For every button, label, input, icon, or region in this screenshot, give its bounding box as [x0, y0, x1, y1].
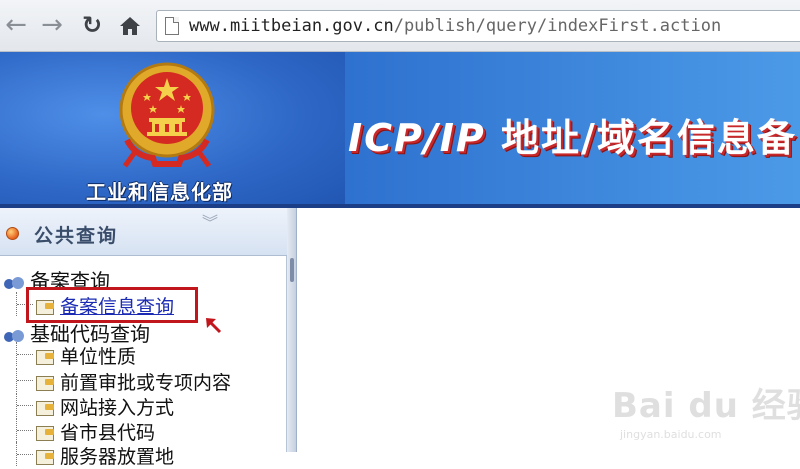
sidebar-header-title: 公共查询 — [34, 225, 119, 247]
tree-item-label: 前置审批或专项内容 — [60, 372, 232, 394]
document-icon — [36, 426, 54, 441]
national-emblem-icon — [119, 62, 215, 168]
tree-item-pre-approval[interactable]: 前置审批或专项内容 — [16, 368, 232, 394]
sidebar-header[interactable]: 公共查询 ︾ — [0, 208, 287, 256]
site-title-latin: ICP/IP — [348, 116, 486, 160]
forward-arrow-icon[interactable]: → — [38, 12, 66, 40]
url-path: /publish/query/indexFirst.action — [393, 16, 722, 36]
ministry-name: 工业和信息化部 — [86, 180, 233, 204]
tree-item-access-method[interactable]: 网站接入方式 — [16, 393, 175, 419]
tree-item-label: 省市县代码 — [60, 422, 156, 444]
tree-branch-line — [16, 442, 34, 466]
tree-item-server-location[interactable]: 服务器放置地 — [16, 442, 175, 468]
tree-branch-line — [16, 368, 34, 392]
site-title-chinese: 地址/域名信息备 — [485, 116, 797, 160]
reload-icon[interactable]: ↻ — [78, 12, 106, 40]
tree-branch-line — [16, 342, 34, 366]
tree-item-unit-nature[interactable]: 单位性质 — [16, 342, 137, 368]
back-arrow-icon[interactable]: ← — [2, 12, 30, 40]
browser-toolbar: ← → ↻ www.miitbeian.gov.cn/publish/query… — [0, 0, 800, 52]
baidu-watermark: Bai du 经验 jingyan.baidu.com — [612, 378, 800, 444]
site-banner: 工业和信息化部 ICP/IP 地址/域名信息备 — [0, 52, 800, 208]
home-icon[interactable] — [116, 12, 144, 40]
document-icon — [36, 350, 54, 365]
watermark-logo: Bai du 经验 — [612, 386, 800, 426]
tree-branch-line — [16, 393, 34, 417]
site-title: ICP/IP 地址/域名信息备 — [348, 107, 797, 162]
address-bar[interactable]: www.miitbeian.gov.cn/publish/query/index… — [156, 10, 800, 42]
watermark-url: jingyan.baidu.com — [620, 428, 722, 441]
collapse-chevron-icon[interactable]: ︾ — [200, 215, 220, 231]
tree-item-region-code[interactable]: 省市县代码 — [16, 418, 156, 444]
pane-splitter[interactable] — [287, 208, 297, 452]
tree-item-label: 单位性质 — [60, 346, 137, 368]
document-icon — [36, 450, 54, 465]
url-text: www.miitbeian.gov.cn/publish/query/index… — [189, 16, 721, 36]
splitter-grip-icon[interactable] — [290, 258, 294, 282]
document-icon — [36, 376, 54, 391]
document-icon — [36, 401, 54, 416]
annotation-arrow-icon — [206, 318, 222, 334]
tree-group-filing-query[interactable]: 备案查询 — [4, 265, 110, 293]
orange-dot-icon — [6, 227, 19, 240]
page-icon — [165, 17, 179, 35]
tree-item-label: 网站接入方式 — [60, 397, 175, 419]
tree-item-label: 服务器放置地 — [60, 446, 175, 468]
url-host: www.miitbeian.gov.cn — [189, 16, 394, 36]
group-folder-icon — [4, 275, 26, 291]
annotation-highlight-box — [26, 287, 198, 323]
tree-branch-line — [16, 418, 34, 442]
